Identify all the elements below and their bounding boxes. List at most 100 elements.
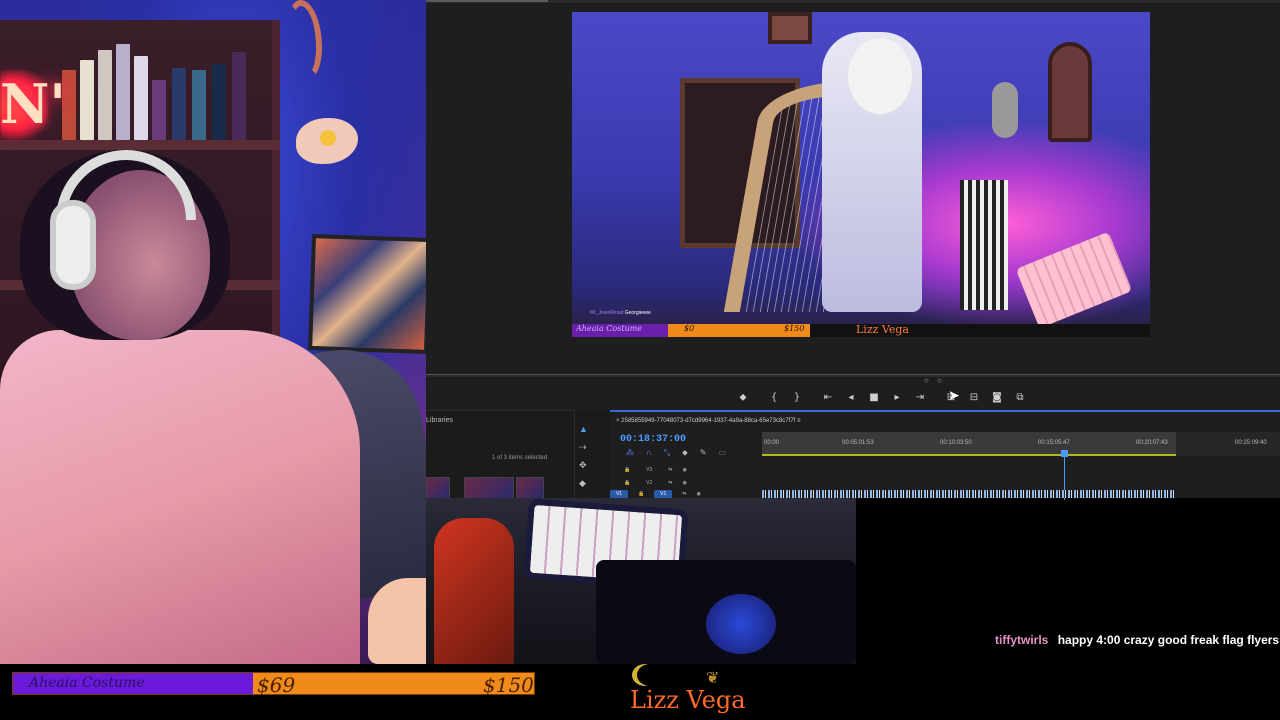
ruler-tick-label: 00:25:09:40 — [1235, 440, 1267, 446]
book — [80, 60, 94, 140]
overlay-goal-label: Aheaia Costume — [576, 324, 643, 333]
step-back-icon[interactable]: ◂ — [844, 390, 858, 404]
goal-label: Aheaia Costume — [29, 675, 145, 691]
libraries-selection-status: 1 of 3 items selected — [492, 455, 548, 461]
linked-selection-icon[interactable]: ⤡ — [664, 448, 670, 458]
person-body — [0, 330, 360, 664]
book — [152, 80, 166, 140]
ruler-tick-label: 00:20:07:43 — [1136, 440, 1168, 446]
libraries-panel: Libraries 1 of 3 items selected — [426, 410, 574, 499]
clip-waveform[interactable] — [762, 490, 1176, 498]
sync-lock-icon[interactable]: ⇆ — [668, 467, 672, 473]
sequence-tab[interactable]: × 2585855949-77048073-d7cd9964-1937-4a9a… — [616, 418, 801, 424]
panel-top-strip — [426, 0, 1280, 3]
goal-target-amount: $150 — [483, 673, 534, 697]
book — [134, 56, 148, 140]
settings-wrench-icon[interactable]: ✎ — [700, 448, 707, 458]
go-to-in-icon[interactable]: ⇤ — [821, 390, 835, 404]
premiere-window: Mr_JewelRoad Georgieeee Aheaia Costume $… — [426, 0, 1280, 500]
playhead-timecode[interactable]: 00:18:37:00 — [620, 434, 686, 445]
webcam-feed: N' — [0, 0, 426, 664]
ripple-edit-tool-icon[interactable]: ✥ — [579, 460, 591, 472]
sync-lock-icon[interactable]: ⇆ — [682, 491, 686, 497]
track-label: V2 — [646, 480, 653, 486]
overlay-chat: Mr_JewelRoad Georgieeee — [590, 310, 651, 316]
stop-icon[interactable]: ■ — [867, 390, 881, 404]
library-thumbnail[interactable] — [426, 477, 450, 499]
nest-icon[interactable]: ⁂ — [626, 448, 634, 458]
mark-in-icon[interactable]: { — [767, 390, 781, 404]
synth-keyboard — [960, 180, 1008, 310]
transport-bar: ○ ○ ⬥ { } ⇤ ◂ ■ ▸ ⇥ ⊞ ⊟ ◙ ⧉ ➤ — [426, 362, 1280, 410]
overlay-chat-text: Georgieeee — [624, 310, 651, 316]
desk-camera-feed — [426, 498, 856, 664]
mouse-cursor-icon: ➤ — [948, 387, 960, 403]
program-monitor[interactable]: Mr_JewelRoad Georgieeee Aheaia Costume $… — [572, 12, 1150, 337]
razor-tool-icon[interactable]: ◆ — [579, 478, 591, 490]
ruler-tick-label: 00:15:05:47 — [1038, 440, 1070, 446]
timeline-panel: × 2585855949-77048073-d7cd9964-1937-4a9a… — [610, 410, 1280, 500]
go-to-out-icon[interactable]: ⇥ — [913, 390, 927, 404]
book — [116, 44, 130, 140]
overlay-goal-current: $0 — [684, 324, 695, 333]
book — [192, 70, 206, 140]
clown-head — [848, 38, 912, 114]
neon-sign-glyph: N' — [0, 72, 66, 136]
captions-icon[interactable]: ▭ — [718, 448, 726, 458]
track-label: V3 — [646, 467, 653, 473]
work-area-bar[interactable] — [762, 454, 1176, 456]
bird-logo-icon: ❦ — [706, 670, 720, 687]
scrub-bar[interactable] — [426, 374, 1280, 377]
lock-icon[interactable]: 🔒 — [638, 491, 644, 497]
library-thumbnail[interactable] — [516, 477, 544, 499]
eye-icon[interactable]: ◉ — [682, 480, 686, 486]
abstract-painting — [308, 233, 426, 355]
ruler-tick-label: 00:10:03:50 — [940, 440, 972, 446]
donation-goal-bar: Aheaia Costume $69 $150 — [12, 672, 535, 697]
libraries-title[interactable]: Libraries — [426, 417, 453, 424]
sequence-name: 2585855949-77048073-d7cd9964-1937-4a9a-8… — [621, 418, 796, 424]
track-header-v3: 🔒 V3 ⇆ ◉ — [624, 464, 744, 476]
overwrite-icon[interactable]: ⊟ — [967, 390, 981, 404]
overlay-brand: Lizz Vega — [856, 323, 909, 336]
transport-controls: ⬥ { } ⇤ ◂ ■ ▸ ⇥ ⊞ ⊟ ◙ ⧉ — [736, 390, 1027, 404]
moon-logo-icon — [632, 664, 658, 686]
timeline-tools: ⁂ ∩ ⤡ ⬥ ✎ ▭ — [626, 448, 726, 458]
eye-icon[interactable]: ◉ — [682, 467, 686, 473]
export-frame-icon[interactable]: ◙ — [990, 390, 1004, 404]
chat-text: happy 4:00 crazy good freak flag flyers — [1057, 633, 1280, 647]
microphone-icon — [992, 82, 1018, 138]
overlay-goal-target: $150 — [784, 324, 805, 333]
menu-icon[interactable]: ≡ — [797, 418, 801, 424]
lock-icon[interactable]: 🔒 — [624, 467, 630, 473]
goal-current-amount: $69 — [257, 673, 296, 697]
library-thumbnail[interactable] — [464, 477, 514, 499]
play-icon[interactable]: ▸ — [890, 390, 904, 404]
sync-lock-icon[interactable]: ⇆ — [668, 480, 672, 486]
pink-keyboard — [1015, 231, 1133, 329]
eye-icon[interactable]: ◉ — [696, 491, 700, 497]
streamer-brand: Lizz Vega — [630, 686, 746, 714]
compare-icon[interactable]: ⧉ — [1013, 390, 1027, 404]
chat-username: tiffytwirls — [995, 633, 1049, 647]
ruler-tick-label: 00:00 — [764, 440, 780, 446]
ruler-tick-label: 00:05:01:53 — [842, 440, 874, 446]
marker-icon[interactable]: ⬥ — [736, 390, 750, 404]
add-marker-icon[interactable]: ⬥ — [682, 448, 688, 458]
lock-icon[interactable]: 🔒 — [624, 480, 630, 486]
selection-tool-icon[interactable]: ▲ — [579, 424, 591, 436]
zoom-handle-icon[interactable]: ○ ○ — [924, 376, 945, 385]
book — [212, 64, 226, 140]
book — [232, 52, 246, 140]
desk-toy — [706, 594, 776, 654]
track-select-tool-icon[interactable]: ⇢ — [579, 442, 591, 454]
mark-out-icon[interactable]: } — [790, 390, 804, 404]
red-chair — [434, 518, 514, 664]
chat-message: tiffytwirls happy 4:00 crazy good freak … — [995, 633, 1279, 647]
wall-poster — [1048, 42, 1092, 142]
egg-wall-art — [296, 118, 358, 164]
snap-icon[interactable]: ∩ — [646, 448, 652, 458]
wall-squiggle-decor — [286, 0, 322, 80]
overlay-chat-user: Mr_JewelRoad — [590, 310, 624, 316]
headphones-icon — [50, 200, 96, 290]
